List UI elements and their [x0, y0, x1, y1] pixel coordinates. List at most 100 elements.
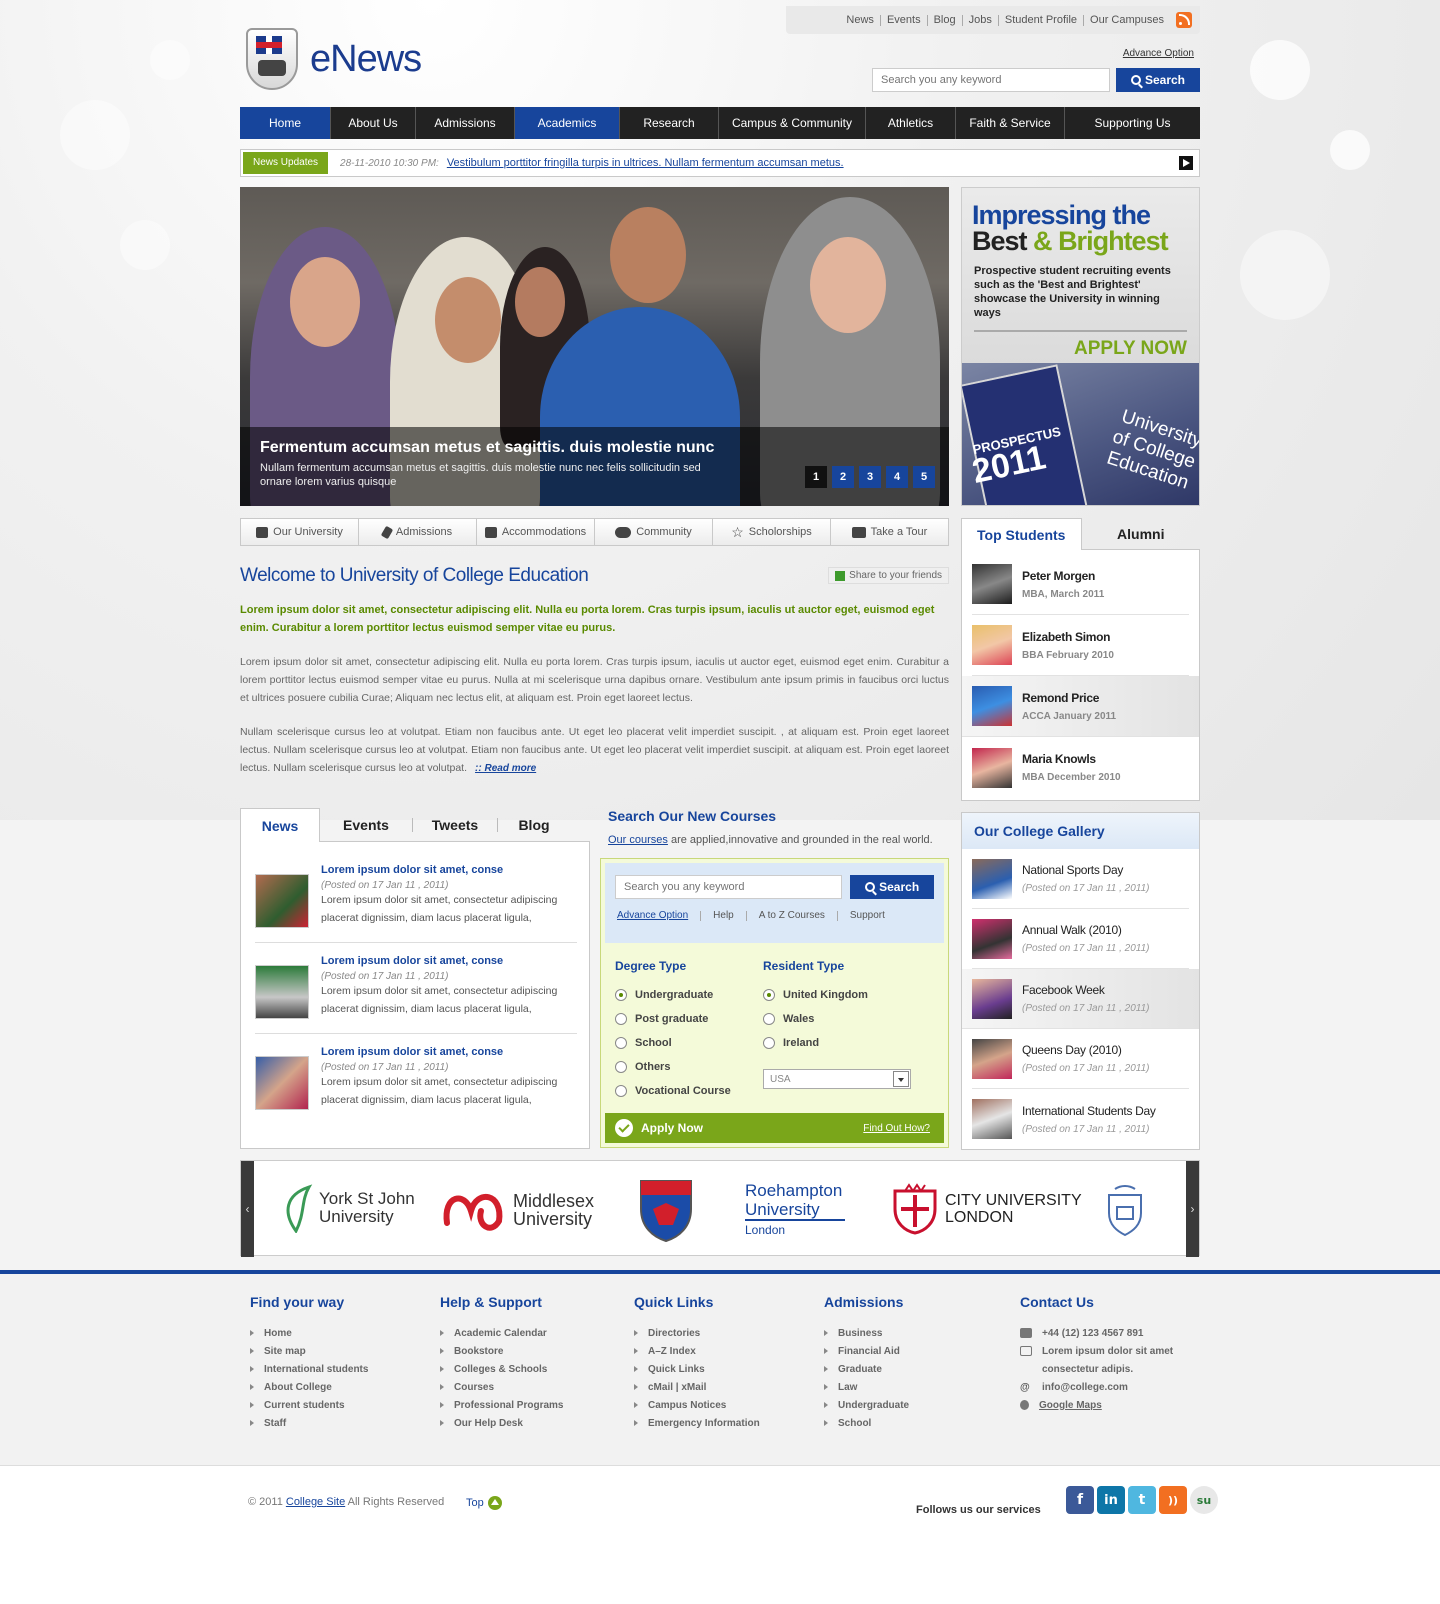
nav-faith-service[interactable]: Faith & Service: [956, 107, 1065, 139]
footer-link[interactable]: Campus Notices: [634, 1396, 760, 1414]
degree-option[interactable]: Vocational Course: [615, 1079, 763, 1103]
gallery-item[interactable]: Queens Day (2010) (Posted on 17 Jan 11 , …: [972, 1029, 1189, 1089]
footer-link[interactable]: Undergraduate: [824, 1396, 909, 1414]
top-link-jobs[interactable]: Jobs: [963, 14, 999, 26]
resident-option[interactable]: Wales: [763, 1007, 911, 1031]
nav-home[interactable]: Home: [240, 107, 331, 139]
partner-logo-city[interactable]: CITY UNIVERSITY LONDON: [891, 1183, 1082, 1235]
tab-top-students[interactable]: Top Students: [961, 518, 1082, 550]
our-courses-link[interactable]: Our courses: [608, 834, 668, 846]
play-icon[interactable]: [1179, 156, 1193, 170]
tab-scholarships[interactable]: ☆ Scholorships: [713, 519, 831, 545]
gallery-item[interactable]: International Students Day (Posted on 17 …: [972, 1089, 1189, 1149]
read-more-link[interactable]: :: Read more: [475, 763, 536, 774]
nav-academics[interactable]: Academics: [515, 107, 620, 139]
apply-now-button[interactable]: Apply Now: [615, 1119, 703, 1137]
radio-icon[interactable]: [763, 1037, 775, 1049]
partner-logo-york[interactable]: York St John University: [279, 1183, 415, 1233]
slide-page-2[interactable]: 2: [832, 466, 854, 488]
tab-community[interactable]: Community: [595, 519, 713, 545]
degree-option[interactable]: Undergraduate: [615, 983, 763, 1007]
gallery-item[interactable]: Annual Walk (2010) (Posted on 17 Jan 11 ,…: [972, 909, 1189, 969]
top-link-news[interactable]: News: [840, 14, 881, 26]
course-advance-option-link[interactable]: Advance Option: [615, 911, 702, 921]
footer-link[interactable]: Staff: [250, 1414, 368, 1432]
search-button[interactable]: Search: [1116, 68, 1200, 92]
footer-link[interactable]: Academic Calendar: [440, 1324, 563, 1342]
partner-logo-shield[interactable]: [639, 1179, 693, 1243]
footer-link[interactable]: Our Help Desk: [440, 1414, 563, 1432]
news-item-title[interactable]: Lorem ipsum dolor sit amet, conse: [321, 864, 503, 876]
radio-icon[interactable]: [615, 1061, 627, 1073]
rss-icon[interactable]: [1176, 12, 1192, 28]
footer-link[interactable]: A–Z Index: [634, 1342, 760, 1360]
footer-link[interactable]: Law: [824, 1378, 909, 1396]
footer-link[interactable]: School: [824, 1414, 909, 1432]
country-select[interactable]: USA: [763, 1069, 911, 1089]
student-item[interactable]: Peter Morgen MBA, March 2011: [972, 554, 1189, 615]
news-thumbnail[interactable]: [255, 965, 309, 1019]
tab-admissions[interactable]: Admissions: [359, 519, 477, 545]
partner-logo-middlesex[interactable]: Middlesex University: [441, 1185, 594, 1235]
footer-link[interactable]: Current students: [250, 1396, 368, 1414]
partner-logo-crest[interactable]: [1105, 1185, 1145, 1237]
college-site-link[interactable]: College Site: [286, 1496, 345, 1508]
resident-option[interactable]: Ireland: [763, 1031, 911, 1055]
ticker-message[interactable]: Vestibulum porttitor fringilla turpis in…: [447, 157, 844, 169]
footer-link[interactable]: cMail | xMail: [634, 1378, 760, 1396]
news-thumbnail[interactable]: [255, 874, 309, 928]
radio-icon[interactable]: [615, 989, 627, 1001]
footer-link[interactable]: Professional Programs: [440, 1396, 563, 1414]
course-help-link[interactable]: Help: [701, 911, 747, 921]
resident-option[interactable]: United Kingdom: [763, 983, 911, 1007]
footer-link[interactable]: Courses: [440, 1378, 563, 1396]
top-link-events[interactable]: Events: [881, 14, 928, 26]
slide-page-3[interactable]: 3: [859, 466, 881, 488]
student-item[interactable]: Maria Knowls MBA December 2010: [972, 737, 1189, 798]
student-item[interactable]: Elizabeth Simon BBA February 2010: [972, 615, 1189, 676]
top-link-our-campuses[interactable]: Our Campuses: [1084, 14, 1170, 26]
radio-icon[interactable]: [615, 1037, 627, 1049]
tab-take-a-tour[interactable]: Take a Tour: [831, 519, 948, 545]
degree-option[interactable]: Post graduate: [615, 1007, 763, 1031]
rss-icon[interactable]: )): [1159, 1486, 1187, 1514]
student-item[interactable]: Remond Price ACCA January 2011: [962, 676, 1199, 737]
slide-page-5[interactable]: 5: [913, 466, 935, 488]
nav-athletics[interactable]: Athletics: [866, 107, 956, 139]
twitter-icon[interactable]: t: [1128, 1486, 1156, 1514]
tab-alumni[interactable]: Alumni: [1082, 518, 1201, 550]
apply-now-link[interactable]: APPLY NOW: [962, 338, 1187, 360]
find-out-how-link[interactable]: Find Out How?: [863, 1123, 930, 1134]
site-logo[interactable]: eNews: [246, 28, 422, 90]
tab-accommodations[interactable]: Accommodations: [477, 519, 595, 545]
radio-icon[interactable]: [763, 1013, 775, 1025]
footer-link[interactable]: Business: [824, 1324, 909, 1342]
promo-banner[interactable]: Impressing the Best & Brightest Prospect…: [961, 187, 1200, 506]
footer-link[interactable]: Colleges & Schools: [440, 1360, 563, 1378]
nav-admissions[interactable]: Admissions: [416, 107, 515, 139]
facebook-icon[interactable]: f: [1066, 1486, 1094, 1514]
top-link-student-profile[interactable]: Student Profile: [999, 14, 1085, 26]
footer-link[interactable]: Quick Links: [634, 1360, 760, 1378]
nav-campus-community[interactable]: Campus & Community: [719, 107, 866, 139]
nav-supporting-us[interactable]: Supporting Us: [1065, 107, 1200, 139]
stumbleupon-icon[interactable]: su: [1190, 1486, 1218, 1514]
contact-email[interactable]: @ info@college.com: [1020, 1378, 1173, 1396]
radio-icon[interactable]: [615, 1085, 627, 1097]
tab-blog[interactable]: Blog: [498, 808, 570, 842]
tab-our-university[interactable]: Our University: [241, 519, 359, 545]
gallery-item[interactable]: Facebook Week (Posted on 17 Jan 11 , 2011…: [962, 969, 1199, 1029]
contact-google-maps[interactable]: Google Maps: [1020, 1396, 1173, 1414]
footer-link[interactable]: Financial Aid: [824, 1342, 909, 1360]
news-item-title[interactable]: Lorem ipsum dolor sit amet, conse: [321, 1046, 503, 1058]
footer-link[interactable]: Graduate: [824, 1360, 909, 1378]
tab-news[interactable]: News: [240, 808, 320, 842]
course-search-button[interactable]: Search: [850, 875, 934, 899]
nav-research[interactable]: Research: [620, 107, 719, 139]
carousel-prev-button[interactable]: ‹: [241, 1161, 254, 1257]
footer-link[interactable]: Emergency Information: [634, 1414, 760, 1432]
slide-page-1[interactable]: 1: [805, 466, 827, 488]
partner-logo-roehampton[interactable]: Roehampton University London: [745, 1181, 845, 1237]
footer-link[interactable]: Home: [250, 1324, 368, 1342]
back-to-top-link[interactable]: Top: [466, 1496, 502, 1510]
